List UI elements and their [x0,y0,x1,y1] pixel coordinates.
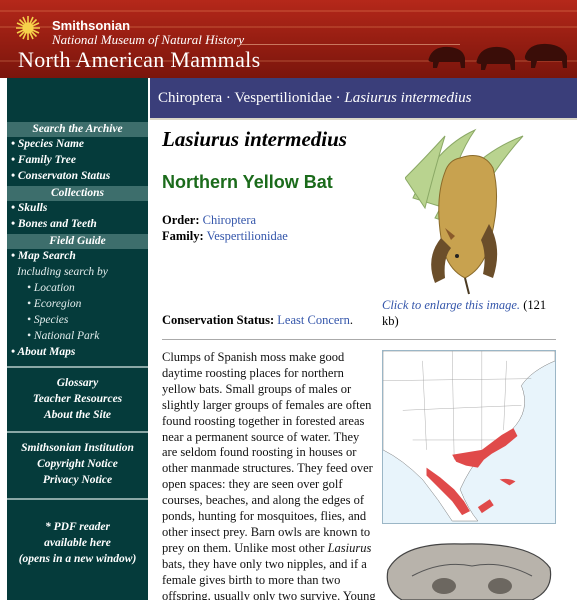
taxonomy-family: Family: Vespertilionidae [162,229,288,243]
conservation-link[interactable]: Least Concern [277,313,350,327]
site-title[interactable]: North American Mammals [18,47,260,73]
nav-heading-collections: Collections [7,186,148,201]
skull-image[interactable] [382,540,557,600]
family-link[interactable]: Vespertilionidae [207,229,288,243]
species-common-name: Northern Yellow Bat [162,172,333,192]
muskox-silhouettes-icon [428,43,567,70]
nav-pdf-reader-line2[interactable]: available here [7,537,148,549]
nav-heading-search[interactable]: Search the Archive [7,122,148,137]
nav-pdf-reader-line3[interactable]: (opens in a new window) [7,553,148,565]
image-caption: Click to enlarge this image. (121 kb) [382,297,562,329]
nav-link-location[interactable]: • Location [27,282,75,294]
nav-link-copyright[interactable]: Copyright Notice [7,458,148,470]
nav-link-about-maps[interactable]: • About Maps [11,346,75,358]
museum-name[interactable]: National Museum of Natural History [52,32,244,48]
species-description: Clumps of Spanish moss make good daytime… [162,350,376,600]
nav-link-ecoregion[interactable]: • Ecoregion [27,298,81,310]
nav-link-map-search[interactable]: • Map Search [11,250,76,262]
species-scientific-name: Lasiurus intermedius [162,127,347,151]
nav-link-smithsonian[interactable]: Smithsonian Institution [7,442,148,454]
nav-including-label: Including search by [17,266,108,278]
smithsonian-sun-logo-icon[interactable] [15,15,41,41]
nav-link-family-tree[interactable]: • Family Tree [11,154,76,166]
nav-link-about-site[interactable]: About the Site [7,409,148,421]
range-map-image[interactable] [382,350,556,524]
nav-link-privacy[interactable]: Privacy Notice [7,474,148,486]
nav-link-conservation-status[interactable]: • Conservaton Status [11,170,110,182]
conservation-status: Conservation Status: Least Concern. [162,313,353,327]
taxonomy-order: Order: Chiroptera [162,213,257,227]
nav-link-bones-teeth[interactable]: • Bones and Teeth [11,218,97,230]
site-header: Smithsonian National Museum of Natural H… [0,0,577,78]
breadcrumb: Chiroptera · Vespertilionidae · Lasiurus… [150,78,577,118]
enlarge-image-link[interactable]: Click to enlarge this image. [382,298,520,312]
order-link[interactable]: Chiroptera [203,213,256,227]
nav-link-species-name[interactable]: • Species Name [11,138,84,150]
smithsonian-name[interactable]: Smithsonian [52,18,130,33]
nav-link-national-park[interactable]: • National Park [27,330,99,342]
nav-heading-field-guide: Field Guide [7,234,148,249]
nav-link-species[interactable]: • Species [27,314,68,326]
breadcrumb-order[interactable]: Chiroptera [158,90,222,106]
breadcrumb-species: Lasiurus intermedius [344,90,472,106]
nav-link-glossary[interactable]: Glossary [7,377,148,389]
left-navigation: Search the Archive • Species Name • Fami… [7,78,148,600]
divider [162,339,556,340]
nav-link-skulls[interactable]: • Skulls [11,202,47,214]
nav-pdf-reader-line1[interactable]: * PDF reader [7,521,148,533]
breadcrumb-family[interactable]: Vespertilionidae [234,90,331,106]
bat-illustration-image[interactable] [405,128,525,296]
nav-link-teacher-resources[interactable]: Teacher Resources [7,393,148,405]
